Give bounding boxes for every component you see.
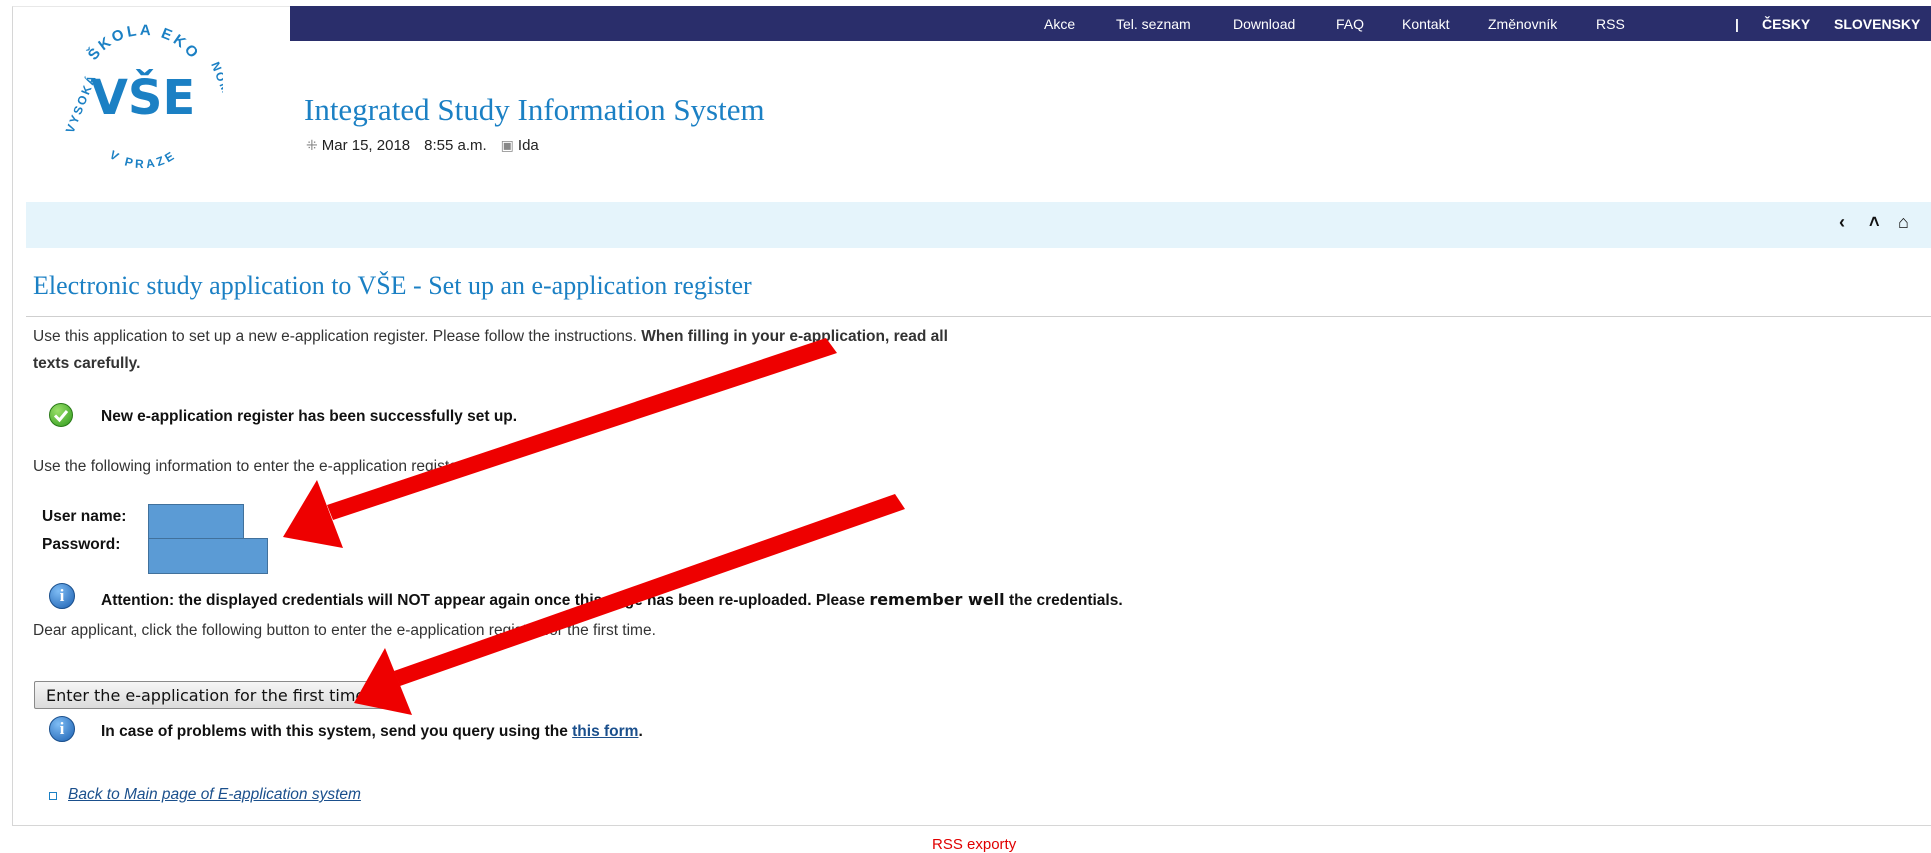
nav-link-download[interactable]: Download <box>1233 16 1295 32</box>
username-label: User name: <box>42 508 127 525</box>
bullet-icon <box>49 792 57 800</box>
username-redaction <box>148 504 244 540</box>
nameday: Ida <box>517 137 539 154</box>
logo-arc-right: NOMICKÁ <box>208 60 223 132</box>
rss-export-link[interactable]: RSS exporty <box>932 836 1016 853</box>
intro-text: Use this application to set up a new e-a… <box>33 328 948 346</box>
intro-bold-continued: texts carefully. <box>33 355 141 372</box>
clock-icon: ⁜ <box>306 137 318 153</box>
contact-form-link[interactable]: this form <box>572 723 638 740</box>
top-nav-bar <box>290 6 1931 41</box>
problems-text: In case of problems with this system, se… <box>101 723 568 740</box>
info-icon: i <box>49 583 75 609</box>
back-to-main-link[interactable]: Back to Main page of E-application syste… <box>68 786 361 804</box>
up-icon[interactable]: ˄ <box>1869 212 1880 233</box>
nav-link-faq[interactable]: FAQ <box>1336 16 1364 32</box>
calendar-icon: ▣ <box>500 137 514 153</box>
password-label: Password: <box>42 536 121 553</box>
page-title: Electronic study application to VŠE - Se… <box>33 271 752 300</box>
app-title: Integrated Study Information System <box>304 92 765 127</box>
problems-end: . <box>638 723 643 740</box>
dear-applicant-text: Dear applicant, click the following butt… <box>33 622 656 639</box>
intro-plain: Use this application to set up a new e-a… <box>33 328 637 345</box>
svg-text:ŠKOLA EKO: ŠKOLA EKO <box>84 22 203 64</box>
current-time: 8:55 a.m. <box>424 137 487 154</box>
logo-mark: VŠE <box>91 69 196 126</box>
intro-bold: When filling in your e-application, read… <box>641 328 948 345</box>
nav-link-tel-seznam[interactable]: Tel. seznam <box>1116 16 1191 32</box>
attention-message: Attention: the displayed credentials wil… <box>101 590 1123 610</box>
success-message: New e-application register has been succ… <box>101 408 518 425</box>
enter-e-application-button[interactable]: Enter the e-application for the first ti… <box>34 681 386 709</box>
logo-arc-bottom: V PRAZE <box>107 148 176 172</box>
use-info-text: Use the following information to enter t… <box>33 458 468 475</box>
vse-logo[interactable]: ŠKOLA EKO VYSOKÁ NOMICKÁ V PRAZE VŠE <box>63 14 223 184</box>
lang-slovensky[interactable]: SLOVENSKY <box>1834 16 1920 32</box>
breadcrumb-bar <box>26 202 1931 248</box>
lang-separator: | <box>1735 16 1739 32</box>
home-icon[interactable]: ⌂ <box>1898 212 1909 233</box>
date-line: ⁜ Mar 15, 2018 8:55 a.m. ▣ Ida <box>306 137 539 154</box>
attention-text: Attention: the displayed credentials wil… <box>101 592 865 609</box>
success-check-icon <box>49 403 73 427</box>
attention-emphasis: remember well <box>869 590 1005 609</box>
logo-arc-top: ŠKOLA EKO <box>84 22 200 64</box>
title-divider <box>26 316 1931 317</box>
nav-link-kontakt[interactable]: Kontakt <box>1402 16 1449 32</box>
svg-text:V PRAZE: V PRAZE <box>107 148 179 172</box>
nav-link-akce[interactable]: Akce <box>1044 16 1075 32</box>
back-icon[interactable]: ‹ <box>1839 212 1845 233</box>
nav-link-zmenovnik[interactable]: Změnovník <box>1488 16 1557 32</box>
lang-cesky[interactable]: ČESKY <box>1762 16 1810 32</box>
attention-text-end: the credentials. <box>1008 592 1123 609</box>
password-redaction <box>148 538 268 574</box>
nav-link-rss[interactable]: RSS <box>1596 16 1625 32</box>
info-icon: i <box>49 716 75 742</box>
problems-message: In case of problems with this system, se… <box>101 723 643 741</box>
current-date: Mar 15, 2018 <box>321 137 411 154</box>
